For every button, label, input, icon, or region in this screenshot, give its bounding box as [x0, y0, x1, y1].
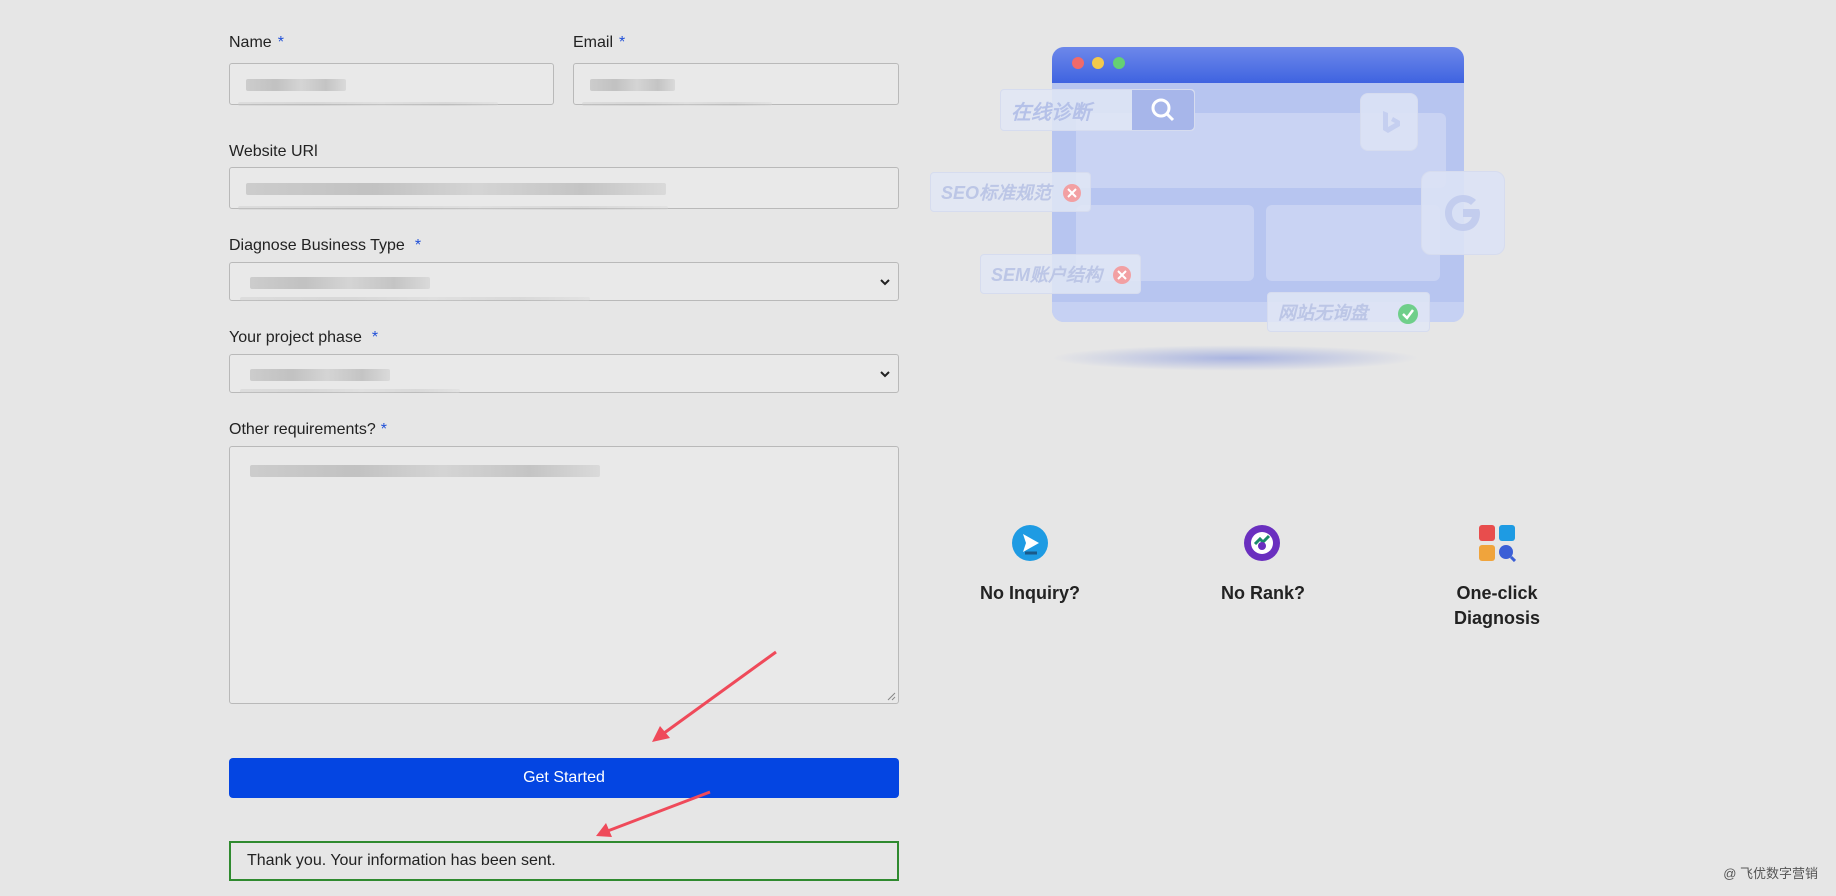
feature-title-no-rank: No Rank? — [1220, 583, 1305, 603]
error-icon — [1063, 184, 1081, 202]
check-icon — [1398, 304, 1418, 324]
search-icon — [1151, 98, 1175, 122]
rank-icon — [1244, 525, 1280, 561]
inquiry-tag: 网站无询盘 — [1267, 292, 1430, 332]
search-tag: 在线诊断 — [1000, 89, 1195, 131]
send-icon — [1012, 525, 1048, 561]
arrow-to-success — [596, 790, 711, 837]
sem-tag: SEM账户结构 — [980, 254, 1141, 294]
diagnosis-icon — [1479, 525, 1516, 562]
annotation-arrows — [596, 650, 777, 837]
feature-title-no-inquiry: No Inquiry? — [980, 583, 1080, 603]
bing-icon — [1360, 93, 1418, 151]
watermark: @ 飞优数字营销 — [1723, 866, 1818, 881]
seo-illustration: 在线诊断 SEO标准规范 SEM账户结构 网站无询盘 — [930, 40, 1530, 390]
error-icon — [1113, 266, 1131, 284]
seo-tag: SEO标准规范 — [930, 172, 1091, 212]
google-icon — [1421, 171, 1505, 255]
feature-title-one-click-diagnosis: One-click Diagnosis — [1453, 583, 1541, 628]
arrow-to-button — [652, 650, 777, 742]
